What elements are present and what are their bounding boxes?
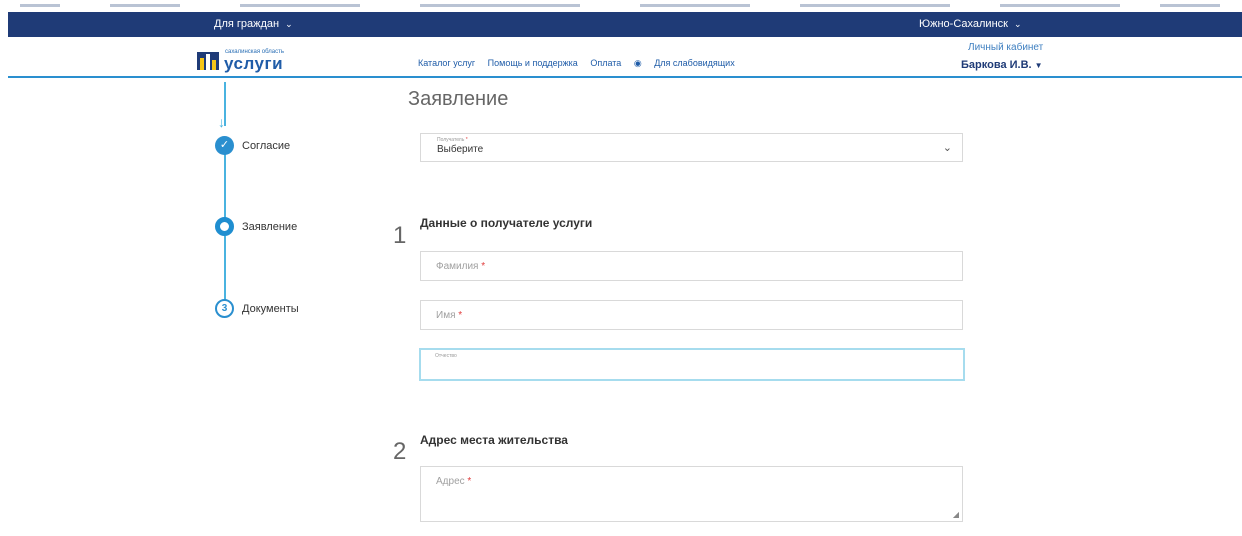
first-name-placeholder: Имя * [436,310,463,321]
chevron-down-icon: ⌄ [1013,19,1022,29]
logo-brand-text: услуги [224,54,284,73]
address-placeholder: Адрес * [436,476,472,487]
user-name: Баркова И.В. [961,59,1032,71]
nav-catalog[interactable]: Каталог услуг [418,58,475,68]
user-menu[interactable]: Баркова И.В. ▼ [961,59,1043,71]
caret-down-icon: ▼ [1034,61,1043,70]
step-2-label[interactable]: Заявление [242,221,297,233]
chevron-down-icon: ⌄ [942,142,952,154]
recipient-select-label: Получатель * [437,137,468,143]
personal-cabinet-link[interactable]: Личный кабинет [968,42,1043,53]
step-1-check-icon: ✓ [215,136,234,155]
logo-mark-icon [197,52,219,70]
step-3-label[interactable]: Документы [242,303,299,315]
nav-payment[interactable]: Оплата [590,58,621,68]
address-textarea[interactable]: Адрес * ◢ [420,466,963,522]
step-1-label[interactable]: Согласие [242,140,290,152]
recipient-select[interactable]: Получатель * Выберите ⌄ [420,133,963,162]
stepper-line [224,236,226,300]
last-name-field[interactable]: Фамилия * [420,251,963,281]
site-logo[interactable]: сахалинская область услуги [197,47,309,75]
middle-name-label: Отчество [435,353,457,359]
section-1-title: Данные о получателе услуги [420,216,593,230]
middle-name-field[interactable]: Отчество [419,348,965,381]
resize-grip-icon[interactable]: ◢ [953,510,959,519]
citizens-menu-label: Для граждан [214,18,280,30]
city-selector-label: Южно-Сахалинск [919,18,1008,30]
chevron-down-icon: ⌄ [285,19,293,29]
first-name-field[interactable]: Имя * [420,300,963,330]
eye-icon: ◉ [633,58,642,68]
section-1-number: 1 [393,222,407,249]
nav-accessibility-label: Для слабовидящих [654,58,735,68]
section-2-number: 2 [393,438,407,465]
top-bar: Для граждан ⌄ Южно-Сахалинск ⌄ [8,12,1242,37]
section-2-title: Адрес места жительства [420,433,568,447]
main-nav: Каталог услуг Помощь и поддержка Оплата … [418,58,755,69]
city-selector[interactable]: Южно-Сахалинск ⌄ [919,18,1022,30]
recipient-select-value: Выберите [437,144,484,155]
nav-help[interactable]: Помощь и поддержка [488,58,578,68]
citizens-menu[interactable]: Для граждан ⌄ [214,18,293,30]
step-2-current-icon [215,217,234,236]
browser-strip [0,0,1242,12]
site-header: сахалинская область услуги Каталог услуг… [8,37,1242,78]
last-name-placeholder: Фамилия * [436,261,486,272]
step-3-number-icon: 3 [215,299,234,318]
stepper-line [224,154,226,218]
arrow-down-icon: ↓ [218,114,225,130]
nav-accessibility[interactable]: ◉ Для слабовидящих [634,58,745,68]
page-title: Заявление [408,88,509,110]
